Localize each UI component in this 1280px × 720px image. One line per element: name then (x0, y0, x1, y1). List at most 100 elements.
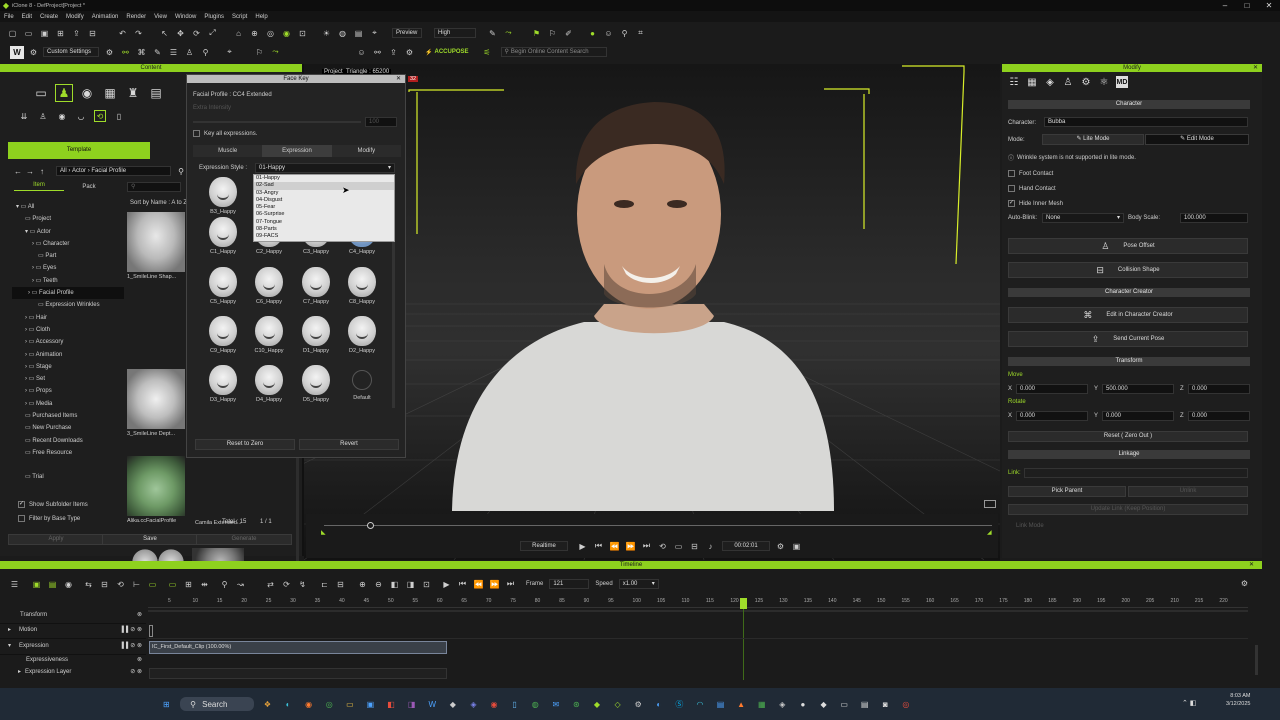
visibility-icon[interactable]: ◉ (280, 27, 293, 40)
send-pose-button[interactable]: ⇪ Send Current Pose (1008, 331, 1248, 347)
key-right-icon[interactable]: ◨ (404, 578, 417, 591)
face-b3[interactable]: B3_Happy (203, 177, 243, 215)
clip-icon[interactable]: ▭ (146, 578, 159, 591)
expression-style-dropdown[interactable]: 01-Happy ▾ (255, 163, 395, 173)
bone-icon[interactable]: ⌘ (135, 46, 148, 59)
path-icon[interactable]: ⤳ (502, 27, 515, 40)
tree-item-recent-downloads[interactable]: ▭ Recent Downloads (16, 435, 122, 447)
app-icon[interactable]: ◆ (446, 697, 460, 711)
transform-section[interactable]: Transform (1008, 357, 1250, 366)
maps-icon[interactable]: ◉ (487, 697, 501, 711)
align-icon[interactable]: ⇹ (198, 578, 211, 591)
word-icon[interactable]: W (425, 697, 439, 711)
tl-end-icon[interactable]: ⏭ (504, 578, 517, 591)
tree-item-cloth[interactable]: › ▭ Cloth (16, 324, 122, 336)
user-icon[interactable]: ♙ (37, 110, 49, 122)
tab-template[interactable]: Template (8, 142, 150, 159)
rotate-z-field[interactable]: 0.000 (1188, 411, 1250, 421)
rotate-y-field[interactable]: 0.000 (1102, 411, 1174, 421)
export-icon[interactable]: ⇪ (70, 27, 83, 40)
menu-animation[interactable]: Animation (92, 14, 119, 20)
sample-icon[interactable]: ⊟ (98, 578, 111, 591)
pose-offset-button[interactable]: ♙ Pose Offset (1008, 238, 1248, 254)
checkbox-icon[interactable] (1008, 170, 1015, 177)
cycle-icon[interactable]: ↯ (296, 578, 309, 591)
tab-muscle[interactable]: Muscle (193, 145, 263, 157)
stop-icon[interactable]: ⏮ (592, 540, 605, 553)
key-all-row[interactable]: Key all expressions. (193, 130, 257, 137)
menu-window[interactable]: Window (175, 14, 196, 20)
key-left-icon[interactable]: ◧ (388, 578, 401, 591)
eye-icon[interactable]: ◉ (56, 110, 68, 122)
face-d1[interactable]: D1_Happy (296, 316, 336, 354)
breadcrumb-facial-profile[interactable]: Facial Profile (91, 167, 126, 175)
sliders-icon[interactable]: ☰ (167, 46, 180, 59)
revert-button[interactable]: Revert (299, 439, 399, 450)
split-icon[interactable]: ⊞ (182, 578, 195, 591)
track-toggle-icon[interactable]: ▌▌⊘ ⊗ (122, 623, 142, 639)
expand-icon[interactable]: ▸ (18, 666, 21, 679)
menu-script[interactable]: Script (232, 14, 247, 20)
hand-contact-row[interactable]: Hand Contact (1008, 185, 1056, 192)
timeline-settings-icon[interactable]: ⚙ (1238, 577, 1251, 590)
face-d4[interactable]: D4_Happy (249, 365, 289, 403)
accupose-button[interactable]: ⚡ ACCUPOSE (425, 49, 469, 56)
target-icon[interactable]: ⌖ (223, 46, 236, 59)
character-creator-icon[interactable]: ◇ (611, 697, 625, 711)
expression-clip[interactable]: IC_First_Default_Clip (100.00%) (149, 641, 447, 654)
hide-inner-mesh-row[interactable]: ✓ Hide Inner Mesh (1008, 200, 1063, 207)
filter-base-row[interactable]: Filter by Base Type (18, 515, 80, 522)
face-mocap-icon[interactable]: ☺ (602, 27, 615, 40)
tree-item-animation[interactable]: › ▭ Animation (16, 349, 122, 361)
quality-dropdown[interactable]: High (434, 28, 476, 38)
material-icon[interactable]: ◈ (1044, 76, 1056, 88)
skype-icon[interactable]: Ⓢ (672, 697, 686, 711)
realtime-dropdown[interactable]: Realtime (520, 541, 568, 551)
intensity-slider[interactable] (193, 121, 361, 123)
rotate-icon[interactable]: ⟳ (190, 27, 203, 40)
upload-icon[interactable]: ⇪ (387, 46, 400, 59)
menu-plugins[interactable]: Plugins (204, 14, 224, 20)
eye-icon[interactable]: ◉ (62, 578, 75, 591)
pose-icon[interactable]: ⚲ (199, 46, 212, 59)
foot-contact-row[interactable]: Foot Contact (1008, 170, 1053, 177)
chrome-alt-icon[interactable]: ◎ (899, 697, 913, 711)
rotate-x-field[interactable]: 0.000 (1016, 411, 1088, 421)
collision-shape-button[interactable]: ⊟ Collision Shape (1008, 262, 1248, 278)
track-expression-layer[interactable]: ▸ Expression Layer ⊘ ⊗ (0, 666, 146, 679)
calc-icon[interactable]: ▤ (858, 697, 872, 711)
grid-toggle-icon[interactable]: ⌗ (634, 27, 647, 40)
timeline-close-icon[interactable]: ✕ (1249, 561, 1254, 569)
folder-icon[interactable]: ▤ (714, 697, 728, 711)
checkbox-icon[interactable]: ✓ (18, 501, 25, 508)
flame-icon[interactable]: ▲ (734, 697, 748, 711)
pen-icon[interactable]: ✎ (486, 27, 499, 40)
option-angry[interactable]: 03-Angry (254, 190, 394, 197)
range-end-marker[interactable]: ◢ (987, 529, 992, 536)
menu-create[interactable]: Create (40, 14, 58, 20)
sort-label[interactable]: Sort by Name : A to Z (130, 200, 187, 206)
walk-icon[interactable]: ⚐ (253, 46, 266, 59)
widgets-icon[interactable]: ❖ (260, 697, 274, 711)
thumb-3[interactable]: Alika.ccFacialProfile (127, 456, 187, 536)
move-y-field[interactable]: 500.000 (1102, 384, 1174, 394)
track-close-icon[interactable]: ⊗ (137, 608, 142, 624)
sliders-icon[interactable]: ☷ (1008, 76, 1020, 88)
lite-mode-button[interactable]: ✎ Lite Mode (1042, 134, 1144, 145)
sheets-icon[interactable]: ▦ (755, 697, 769, 711)
menu-view[interactable]: View (154, 14, 167, 20)
redo-icon[interactable]: ↷ (132, 27, 145, 40)
face-default[interactable]: Default (342, 365, 382, 401)
maximize-icon[interactable]: □ (1236, 0, 1258, 12)
shield-icon[interactable]: ◈ (775, 697, 789, 711)
tab-modify[interactable]: Modify (331, 145, 401, 157)
expand-icon[interactable]: ▸ (8, 623, 11, 639)
menu-render[interactable]: Render (126, 14, 146, 20)
refresh-icon[interactable]: ⟲ (94, 110, 106, 122)
load-icon[interactable]: ⇊ (18, 110, 30, 122)
modify-close-icon[interactable]: ✕ (1253, 64, 1258, 72)
track-transform[interactable]: Transform ⊗ (0, 608, 146, 624)
minimize-icon[interactable]: – (1214, 0, 1236, 12)
frame-icon[interactable]: ⊏ (318, 578, 331, 591)
thumb-2[interactable]: 3_SmileLine Dept... (127, 369, 187, 449)
